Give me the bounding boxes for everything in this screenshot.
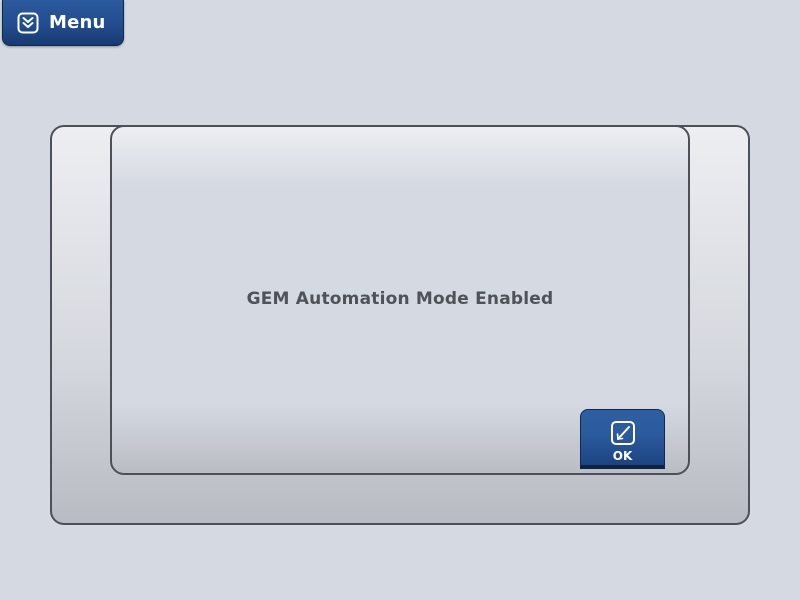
dialog-message: GEM Automation Mode Enabled	[246, 289, 554, 309]
menu-label: Menu	[49, 12, 106, 33]
ok-button[interactable]: OK	[580, 409, 665, 469]
check-box-icon	[610, 420, 636, 446]
ok-label: OK	[612, 449, 633, 463]
menu-button[interactable]: Menu	[2, 0, 124, 46]
double-chevron-down-icon	[17, 12, 39, 34]
